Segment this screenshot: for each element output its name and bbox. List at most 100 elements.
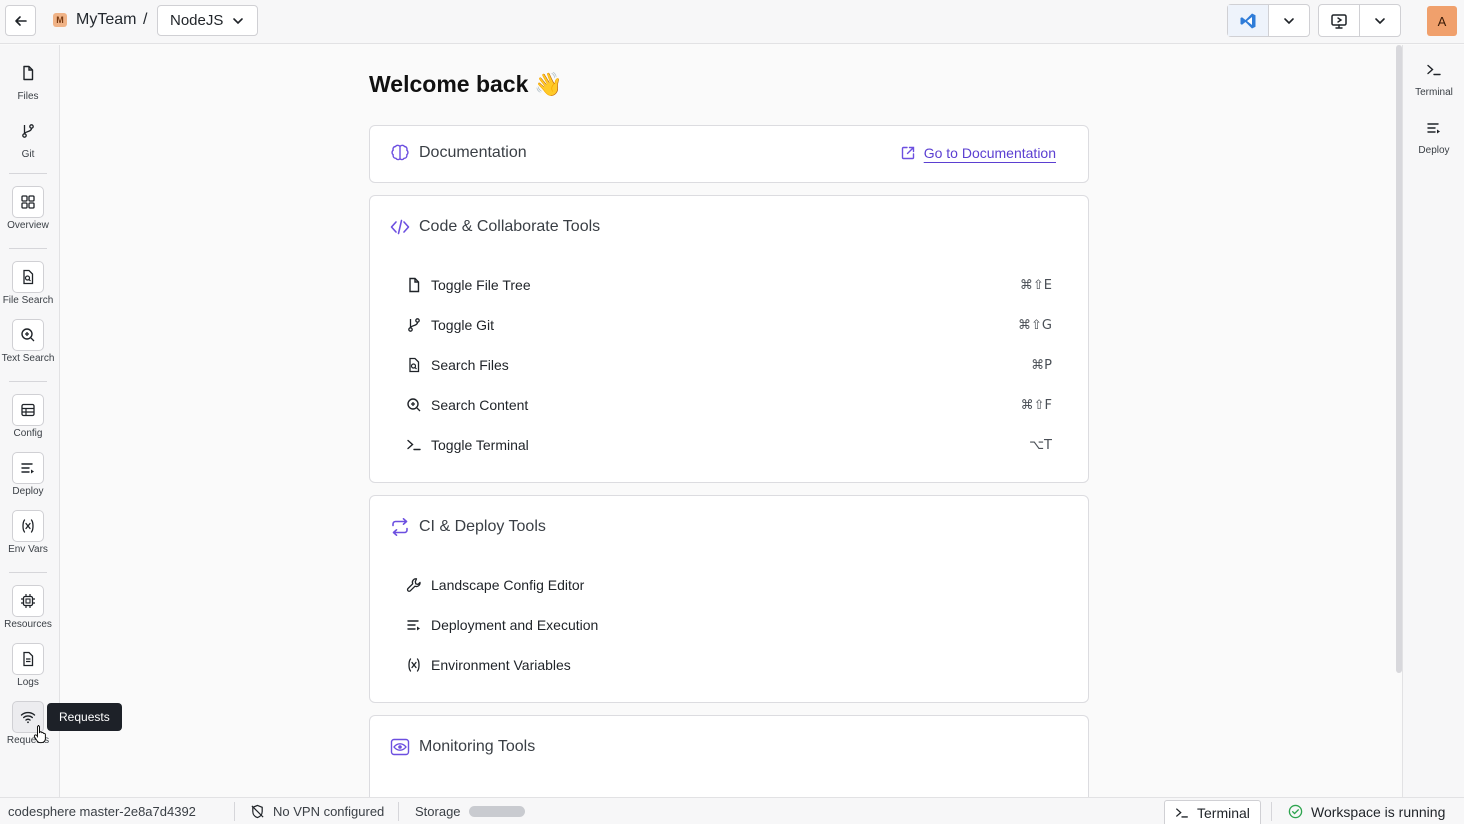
tool-row-deployment-and-execution[interactable]: Deployment and Execution — [406, 613, 1052, 637]
right-sidebar-item-label: Terminal — [1415, 87, 1453, 98]
right-sidebar: Terminal Deploy — [1402, 45, 1464, 797]
sidebar-item-label: Text Search — [1, 353, 55, 364]
open-vscode-group — [1227, 4, 1310, 37]
tool-row-search-content[interactable]: Search Content ⌘⇧F — [406, 393, 1052, 417]
sidebar-item-logs[interactable]: Logs — [0, 643, 56, 688]
card-title: Documentation — [419, 144, 527, 161]
tool-label: Toggle Terminal — [431, 437, 529, 453]
terminal-label: Terminal — [1197, 805, 1250, 821]
monitor-icon — [1331, 13, 1347, 29]
right-sidebar-item-terminal[interactable]: Terminal — [1403, 55, 1464, 98]
right-sidebar-item-deploy[interactable]: Deploy — [1403, 113, 1464, 156]
tool-row-toggle-terminal[interactable]: Toggle Terminal ⌥T — [406, 433, 1052, 457]
vpn-status[interactable]: No VPN configured — [250, 798, 384, 824]
keyboard-shortcut: ⌘⇧F — [1020, 397, 1052, 413]
card-title: Monitoring Tools — [419, 738, 536, 755]
sidebar-item-config[interactable]: Config — [0, 394, 56, 439]
workspace-status-label: Workspace is running — [1311, 803, 1446, 820]
terminal-icon — [1427, 64, 1441, 76]
sidebar-item-file-search[interactable]: File Search — [0, 261, 56, 306]
card-title: CI & Deploy Tools — [419, 518, 546, 535]
chip-icon — [21, 594, 35, 608]
keyboard-shortcut: ⌘⇧E — [1019, 277, 1052, 293]
right-sidebar-item-label: Deploy — [1418, 145, 1450, 156]
tool-row-landscape-config-editor[interactable]: Landscape Config Editor — [406, 573, 1052, 597]
status-divider — [1271, 802, 1272, 821]
card-header: Documentation — [390, 143, 527, 163]
page-title: Welcome back 👋 — [369, 71, 563, 98]
sidebar-divider — [9, 173, 47, 174]
sidebar-item-label: Env Vars — [8, 544, 48, 555]
shield-off-icon — [251, 804, 264, 819]
tool-row-toggle-git[interactable]: Toggle Git ⌘⇧G — [406, 313, 1052, 337]
card-header: Monitoring Tools — [390, 738, 535, 756]
user-avatar[interactable]: A — [1427, 6, 1457, 36]
back-button[interactable] — [5, 5, 36, 36]
sidebar-item-deploy[interactable]: Deploy — [0, 452, 56, 497]
text-search-icon — [407, 398, 421, 412]
code-collaborate-card: Code & Collaborate Tools Toggle File Tre… — [369, 195, 1089, 483]
wave-emoji: 👋 — [534, 71, 564, 97]
tool-label: Toggle File Tree — [431, 277, 531, 293]
code-icon — [390, 219, 410, 235]
sidebar-item-label: Config — [13, 428, 43, 439]
sync-arrows-icon — [392, 518, 408, 536]
top-bar: M MyTeam / NodeJS A — [0, 0, 1464, 44]
sidebar-item-files[interactable]: Files — [0, 57, 56, 102]
tool-label: Environment Variables — [431, 657, 571, 673]
vpn-label: No VPN configured — [273, 804, 385, 819]
file-icon — [409, 277, 420, 293]
tool-label: Landscape Config Editor — [431, 577, 585, 593]
hand-cursor-icon — [33, 725, 46, 744]
storage-bar — [468, 806, 525, 817]
git-branch-icon — [408, 318, 420, 332]
vscode-menu-button[interactable] — [1268, 5, 1308, 36]
sidebar-item-text-search[interactable]: Text Search — [0, 319, 56, 364]
sidebar-item-resources[interactable]: Resources — [0, 585, 56, 630]
tool-label: Search Files — [431, 357, 509, 373]
vscode-icon — [1240, 13, 1256, 28]
tooltip: Requests — [47, 703, 122, 731]
sidebar-item-env-vars[interactable]: Env Vars — [0, 510, 56, 555]
chevron-down-icon — [1283, 17, 1294, 24]
check-circle-icon — [1288, 804, 1303, 819]
branch-status[interactable]: codesphere master-2e8a7d4392 — [8, 798, 196, 824]
open-vscode-button[interactable] — [1228, 5, 1268, 36]
tool-label: Toggle Git — [431, 317, 495, 333]
sidebar-item-overview[interactable]: Overview — [0, 186, 56, 231]
deploy-icon — [407, 620, 420, 631]
chevron-down-icon — [1374, 17, 1385, 24]
card-title: Code & Collaborate Tools — [419, 218, 601, 235]
branch-label: codesphere master-2e8a7d4392 — [8, 804, 196, 819]
variable-icon — [22, 519, 34, 533]
keyboard-shortcut: ⌘⇧G — [1018, 317, 1052, 333]
terminal-button[interactable]: Terminal — [1164, 800, 1261, 824]
tool-row-environment-variables[interactable]: Environment Variables — [406, 653, 1052, 677]
workspace-name: NodeJS — [170, 12, 224, 29]
wifi-icon — [20, 711, 36, 724]
sidebar-item-git[interactable]: Git — [0, 115, 56, 160]
keyboard-shortcut: ⌘P — [1031, 357, 1052, 373]
team-name[interactable]: MyTeam — [76, 11, 136, 29]
go-to-documentation-link[interactable]: Go to Documentation — [900, 145, 1056, 161]
ci-deploy-card: CI & Deploy Tools Landscape Config Edito… — [369, 495, 1089, 703]
left-sidebar: Files Git Overview File Search Text Sear… — [0, 45, 60, 797]
variable-icon — [408, 658, 420, 672]
text-search-icon — [21, 328, 35, 342]
tool-row-search-files[interactable]: Search Files ⌘P — [406, 353, 1052, 377]
file-search-icon — [409, 357, 420, 373]
sidebar-item-label: Git — [21, 149, 35, 160]
link-label: Go to Documentation — [923, 145, 1056, 161]
open-preview-button[interactable] — [1319, 5, 1359, 36]
sidebar-item-label: Logs — [17, 677, 39, 688]
preview-menu-button[interactable] — [1359, 5, 1399, 36]
tool-label: Deployment and Execution — [431, 617, 599, 633]
tool-row-toggle-file-tree[interactable]: Toggle File Tree ⌘⇧E — [406, 273, 1052, 297]
keyboard-shortcut: ⌥T — [1029, 437, 1052, 453]
file-search-icon — [23, 269, 34, 285]
storage-status[interactable]: Storage — [415, 798, 525, 824]
deploy-icon — [1427, 123, 1440, 134]
workspace-select[interactable]: NodeJS — [157, 5, 258, 36]
sidebar-item-label: Overview — [7, 220, 49, 231]
breadcrumb-separator: / — [143, 11, 148, 28]
